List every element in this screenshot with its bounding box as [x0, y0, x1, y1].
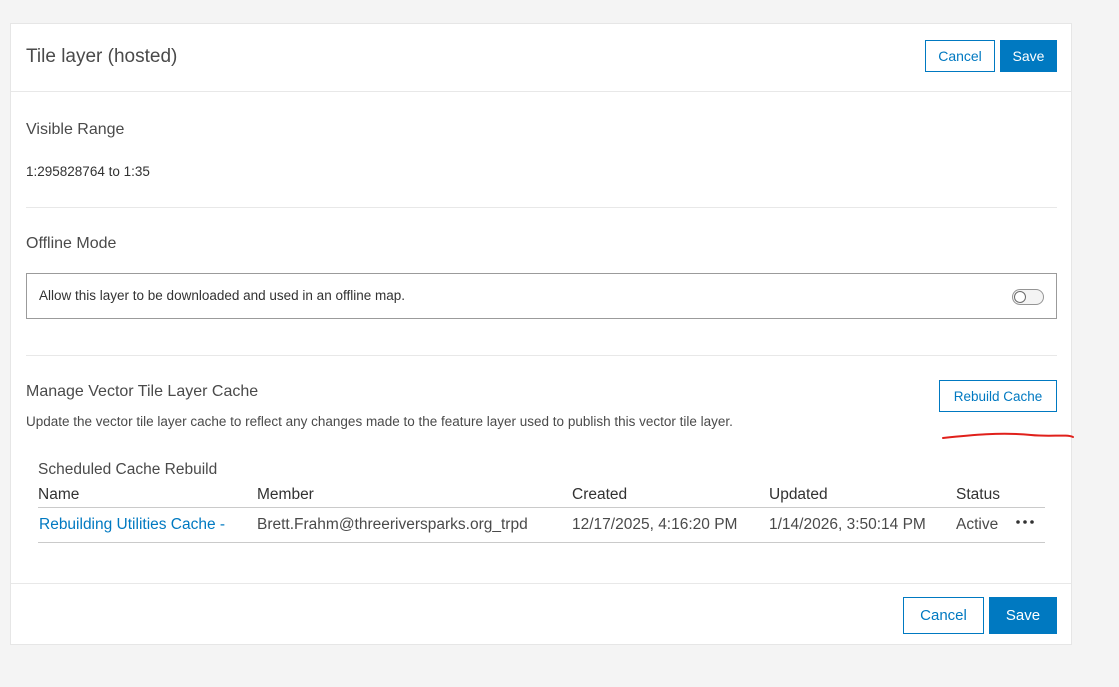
panel-header: Tile layer (hosted) Cancel Save — [11, 24, 1071, 92]
footer-save-button[interactable]: Save — [989, 597, 1057, 634]
cancel-button[interactable]: Cancel — [925, 40, 995, 72]
offline-mode-label: Allow this layer to be downloaded and us… — [39, 288, 405, 303]
schedule-member: Brett.Frahm@threeriversparks.org_trpd — [257, 516, 528, 533]
column-header-name: Name — [38, 486, 80, 503]
visible-range-heading: Visible Range — [26, 121, 125, 138]
layer-settings-panel: Tile layer (hosted) Cancel Save Visible … — [10, 23, 1074, 645]
column-header-updated: Updated — [769, 486, 828, 503]
visible-range-value: 1:295828764 to 1:35 — [26, 164, 150, 179]
schedule-status: Active — [956, 516, 999, 533]
more-horizontal-icon[interactable] — [1014, 512, 1036, 532]
cache-heading: Manage Vector Tile Layer Cache — [26, 383, 259, 400]
cache-description: Update the vector tile layer cache to re… — [26, 414, 733, 429]
column-header-created: Created — [572, 486, 628, 503]
column-header-status: Status — [956, 486, 1000, 503]
save-button[interactable]: Save — [1000, 40, 1057, 72]
table-header-divider — [38, 507, 1045, 508]
rebuild-cache-button[interactable]: Rebuild Cache — [939, 380, 1057, 412]
schedule-name-link[interactable]: Rebuilding Utilities Cache - — [39, 516, 225, 534]
offline-mode-option: Allow this layer to be downloaded and us… — [26, 273, 1057, 319]
footer-divider — [11, 583, 1071, 584]
offline-mode-toggle[interactable] — [1012, 289, 1044, 305]
schedule-created: 12/17/2025, 4:16:20 PM — [572, 516, 738, 533]
section-divider — [26, 355, 1057, 356]
table-row-divider — [38, 542, 1045, 543]
page-title: Tile layer (hosted) — [26, 46, 178, 67]
footer-cancel-button[interactable]: Cancel — [903, 597, 984, 634]
toggle-knob — [1014, 291, 1026, 303]
section-divider — [26, 207, 1057, 208]
column-header-member: Member — [257, 486, 314, 503]
offline-mode-heading: Offline Mode — [26, 235, 117, 252]
red-underline-annotation — [942, 432, 1074, 439]
scheduled-rebuild-title: Scheduled Cache Rebuild — [38, 461, 218, 478]
schedule-updated: 1/14/2026, 3:50:14 PM — [769, 516, 926, 533]
